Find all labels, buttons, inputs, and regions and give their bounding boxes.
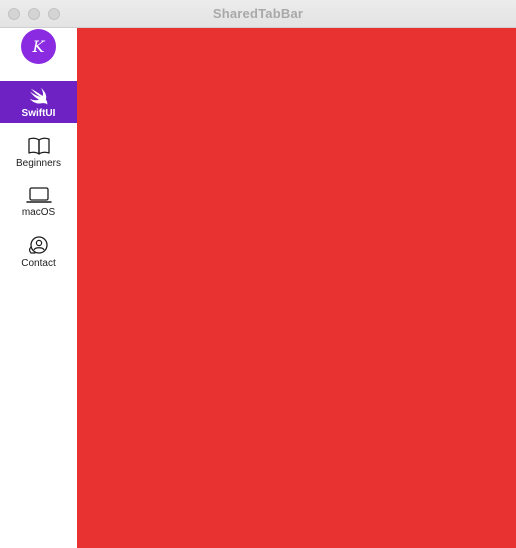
tab-contact[interactable]: Contact — [0, 231, 77, 273]
title-bar[interactable]: SharedTabBar — [0, 0, 516, 28]
tab-beginners[interactable]: Beginners — [0, 131, 77, 173]
avatar[interactable]: K — [21, 29, 56, 64]
tab-label-contact: Contact — [21, 258, 56, 269]
laptop-icon — [0, 184, 77, 206]
swift-icon — [0, 85, 77, 107]
tab-label-swiftui: SwiftUI — [21, 108, 56, 119]
tab-label-macos: macOS — [21, 207, 56, 218]
tab-macos[interactable]: macOS — [0, 180, 77, 222]
book-icon — [0, 135, 77, 157]
contact-icon — [0, 235, 77, 257]
window-title: SharedTabBar — [212, 6, 304, 21]
content-panel — [77, 28, 516, 548]
app-window: SharedTabBar K SwiftUI Beginners macOS C… — [0, 0, 516, 548]
tab-swiftui[interactable]: SwiftUI — [0, 81, 77, 123]
tab-sidebar: K SwiftUI Beginners macOS Contact — [0, 28, 77, 548]
tab-label-beginners: Beginners — [15, 158, 62, 169]
